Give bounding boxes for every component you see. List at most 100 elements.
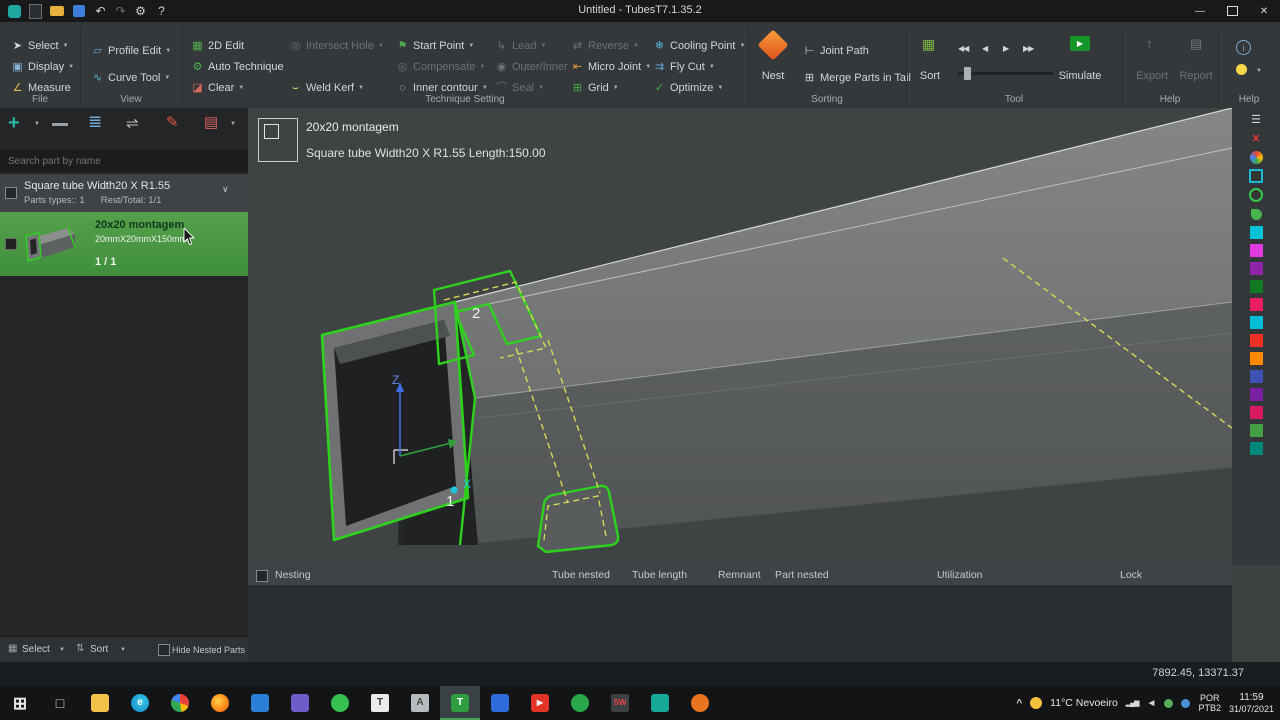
settings-gear-icon[interactable]: ⚙ [132, 3, 149, 19]
color-swatch[interactable] [1250, 262, 1263, 275]
green-app-icon[interactable] [560, 686, 600, 720]
close-icon[interactable]: ✕ [1249, 131, 1263, 145]
adjust-filter-icon[interactable]: ☰ [1249, 112, 1263, 126]
color-swatch[interactable] [1250, 298, 1263, 311]
color-swatch[interactable] [1250, 280, 1263, 293]
part-group-header[interactable]: Square tube Width20 X R1.55 Parts types:… [0, 174, 248, 212]
simulation-slider[interactable] [958, 72, 1054, 75]
column-tube-nested[interactable]: Tube nested [552, 569, 610, 581]
info-icon[interactable]: i [1236, 40, 1251, 55]
mirror-icon[interactable]: ⇌ [126, 114, 139, 132]
brush-edit-icon[interactable]: ✎ [166, 113, 179, 131]
export-icon[interactable]: ↑ [1146, 36, 1153, 51]
cad-app-icon[interactable]: A [400, 686, 440, 720]
tray-volume-icon[interactable]: ◄ [1147, 698, 1157, 709]
letter-t-app-icon[interactable]: T [360, 686, 400, 720]
edge-browser-icon[interactable]: e [120, 686, 160, 720]
minimize-button[interactable]: — [1184, 0, 1216, 22]
language-indicator[interactable]: POR PTB2 [1198, 693, 1221, 714]
material-box-icon[interactable] [1249, 169, 1263, 183]
select-button[interactable]: ➤Select [10, 38, 69, 54]
group-checkbox[interactable] [5, 187, 17, 199]
leaf-icon[interactable] [1249, 207, 1263, 221]
2d-edit-button[interactable]: ▦2D Edit [190, 38, 244, 54]
save-icon[interactable] [70, 3, 87, 19]
add-part-button[interactable]: + [8, 112, 20, 135]
file-explorer-icon[interactable] [80, 686, 120, 720]
column-remnant[interactable]: Remnant [718, 569, 761, 581]
sort-icon[interactable]: ▦ [922, 36, 935, 53]
footer-sort-button[interactable]: Sort [90, 644, 108, 655]
hide-nested-checkbox[interactable] [158, 644, 170, 656]
profile-edit-button[interactable]: ▱Profile Edit [90, 43, 171, 59]
step-forward-button[interactable]: ▶ [1003, 44, 1008, 53]
auto-technique-button[interactable]: ⚙Auto Technique [190, 59, 284, 75]
column-lock[interactable]: Lock [1120, 569, 1142, 581]
skip-start-button[interactable]: ◀◀ [958, 44, 968, 53]
micro-joint-button[interactable]: ⇤Micro Joint [570, 59, 651, 75]
undo-icon[interactable]: ↶ [92, 3, 109, 19]
blue-app-icon[interactable] [480, 686, 520, 720]
taskview-button[interactable]: □ [40, 686, 80, 720]
collapse-chevron-icon[interactable]: ∨ [222, 184, 229, 195]
edit-list-icon[interactable]: ▤ [204, 113, 218, 131]
column-tube-length[interactable]: Tube length [632, 569, 687, 581]
color-swatch[interactable] [1250, 406, 1263, 419]
sort-button[interactable]: Sort [912, 70, 948, 82]
simulate-icon[interactable]: ▶ [1070, 36, 1090, 51]
tray-network-icon[interactable]: ▂▄▆ [1126, 699, 1139, 707]
color-swatch[interactable] [1250, 352, 1263, 365]
color-swatch[interactable] [1250, 370, 1263, 383]
open-folder-icon[interactable] [48, 3, 65, 19]
tray-antivirus-icon[interactable] [1164, 699, 1173, 708]
curve-tool-button[interactable]: ∿Curve Tool [90, 70, 170, 86]
tray-cloud-icon[interactable] [1181, 699, 1190, 708]
cooling-point-button[interactable]: ❄Cooling Point [652, 38, 745, 54]
column-utilization[interactable]: Utilization [937, 569, 983, 581]
chrome-browser-icon[interactable] [160, 686, 200, 720]
tray-chevron-up-icon[interactable]: ^ [1016, 698, 1022, 709]
color-swatch[interactable] [1250, 244, 1263, 257]
column-part-nested[interactable]: Part nested [775, 569, 829, 581]
nest-button[interactable]: Nest [752, 70, 794, 82]
weather-icon[interactable] [1030, 697, 1042, 709]
reverse-button[interactable]: ⇄Reverse [570, 38, 639, 54]
vscode-icon[interactable] [240, 686, 280, 720]
search-input[interactable] [0, 150, 248, 172]
new-file-icon[interactable] [27, 3, 44, 19]
outer-inner-button[interactable]: ◉Outer/Inner [494, 59, 568, 75]
tubest-app-icon[interactable]: T [440, 686, 480, 720]
chevron-down-icon[interactable] [34, 121, 40, 127]
solidworks-icon[interactable]: SW [600, 686, 640, 720]
slider-handle[interactable] [964, 67, 971, 80]
lightbulb-icon[interactable] [1236, 64, 1247, 75]
color-swatch[interactable] [1250, 424, 1263, 437]
color-swatch[interactable] [1250, 388, 1263, 401]
weather-text[interactable]: 11°C Nevoeiro [1050, 697, 1118, 709]
table-select-all-checkbox[interactable] [256, 570, 268, 582]
skip-end-button[interactable]: ▶▶ [1023, 44, 1033, 53]
footer-select-button[interactable]: Select [22, 644, 50, 655]
circle-tool-icon[interactable] [1249, 188, 1263, 202]
start-point-button[interactable]: ⚑Start Point [395, 38, 474, 54]
chevron-down-icon[interactable] [230, 121, 236, 127]
maximize-button[interactable] [1216, 0, 1248, 22]
export-button[interactable]: Export [1132, 70, 1172, 82]
clock[interactable]: 11:59 31/07/2021 [1229, 692, 1274, 714]
palette-icon[interactable] [1249, 150, 1263, 164]
viewport-3d[interactable]: Z X 2 1 20x20 montagem Square tube Width… [248, 108, 1232, 565]
fly-cut-button[interactable]: ⇉Fly Cut [652, 59, 715, 75]
report-button[interactable]: Report [1176, 70, 1216, 82]
teal-app-icon[interactable] [640, 686, 680, 720]
color-swatch[interactable] [1250, 316, 1263, 329]
green-chat-app-icon[interactable] [320, 686, 360, 720]
chevron-down-icon[interactable] [1256, 68, 1262, 74]
step-back-button[interactable]: ◀ [982, 44, 987, 53]
part-list-item[interactable]: 20x20 montagem 20mmX20mmX150mm 1 / 1 [0, 212, 248, 276]
merge-parts-button[interactable]: ⊞Merge Parts in Tail [802, 70, 911, 86]
color-swatch[interactable] [1250, 334, 1263, 347]
layers-list-icon[interactable]: ≣ [88, 112, 102, 132]
compensate-button[interactable]: ◎Compensate [395, 59, 485, 75]
start-button[interactable]: ⊞ [0, 686, 40, 720]
part-checkbox[interactable] [5, 238, 17, 250]
